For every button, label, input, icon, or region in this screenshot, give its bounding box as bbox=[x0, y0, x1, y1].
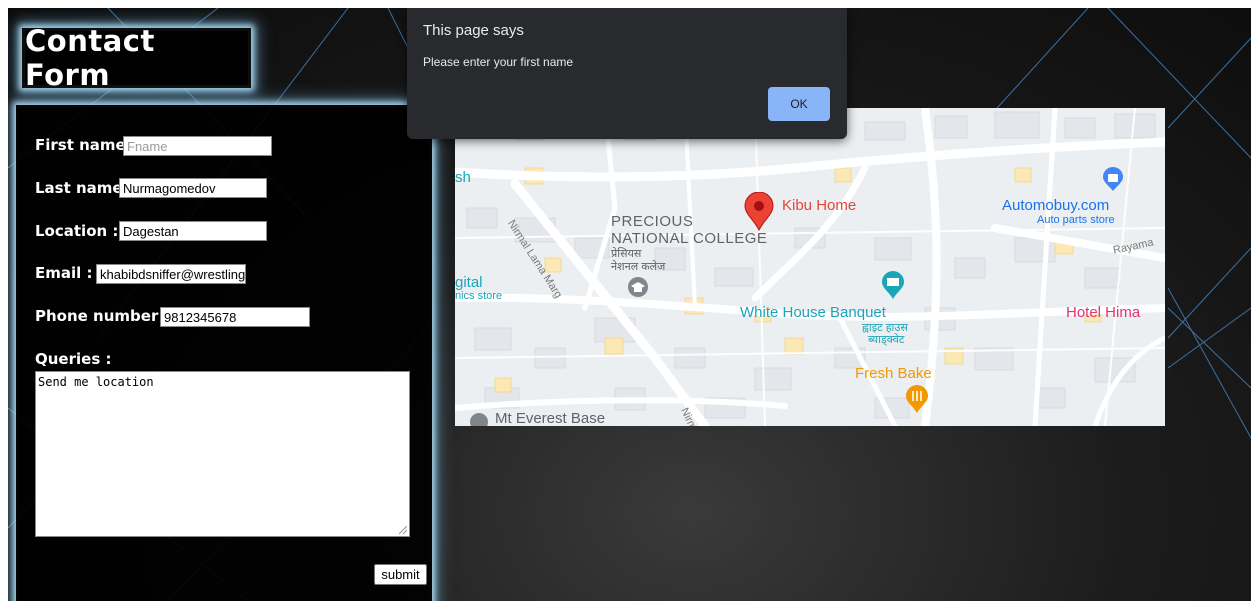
last-name-label: Last name: bbox=[35, 179, 129, 197]
map-label-kibu-home: Kibu Home bbox=[782, 197, 857, 214]
queries-label: Queries : bbox=[35, 350, 112, 368]
map-label-hotel-hima: Hotel Hima bbox=[1066, 304, 1141, 321]
submit-button[interactable]: submit bbox=[374, 564, 427, 585]
map-label-automobuy: Automobuy.com bbox=[1002, 197, 1110, 214]
location-pin-icon[interactable] bbox=[742, 192, 776, 232]
phone-input[interactable]: 9812345678 bbox=[160, 307, 310, 327]
map-label-sh: sh bbox=[455, 169, 471, 186]
title-box: Contact Form bbox=[22, 24, 251, 92]
place-marker-icon[interactable] bbox=[469, 412, 489, 426]
queries-text: Send me location bbox=[38, 375, 154, 389]
contact-form-panel: First name: Fname Last name: Nurmagomedo… bbox=[16, 105, 432, 601]
map-label-fresh-bake: Fresh Bake bbox=[855, 365, 932, 382]
map-label-national-college-np: नेशनल कलेज bbox=[611, 261, 666, 273]
map-label-national-college: NATIONAL COLLEGE bbox=[611, 230, 768, 247]
location-label: Location : bbox=[35, 222, 119, 240]
map-label-white-house-banquet: White House Banquet bbox=[740, 304, 886, 321]
restaurant-icon[interactable] bbox=[904, 384, 930, 414]
email-input[interactable]: khabibdsniffer@wrestling bbox=[96, 264, 246, 284]
resize-grip-icon[interactable] bbox=[399, 526, 407, 534]
first-name-label: First name: bbox=[35, 136, 132, 154]
alert-ok-button[interactable]: OK bbox=[768, 87, 830, 121]
map-label-gital: gital bbox=[455, 274, 483, 291]
embedded-map[interactable]: sh Nirmal Lama Marg Nirm PRECIOUS NATION… bbox=[455, 108, 1165, 426]
first-name-input[interactable]: Fname bbox=[123, 136, 272, 156]
map-label-precious: PRECIOUS bbox=[611, 213, 694, 230]
location-input[interactable]: Dagestan bbox=[119, 221, 267, 241]
phone-label: Phone number : bbox=[35, 307, 170, 325]
map-label-nics-store: nics store bbox=[455, 290, 503, 302]
last-name-input[interactable]: Nurmagomedov bbox=[119, 178, 267, 198]
shopping-bag-icon[interactable] bbox=[1100, 166, 1126, 192]
alert-title: This page says bbox=[423, 22, 524, 39]
queries-textarea[interactable]: Send me location bbox=[35, 371, 410, 537]
map-label-auto-parts-store: Auto parts store bbox=[1037, 214, 1115, 226]
alert-message: Please enter your first name bbox=[423, 55, 574, 69]
email-label: Email : bbox=[35, 264, 93, 282]
alert-dialog: This page says Please enter your first n… bbox=[407, 8, 847, 139]
page-title: Contact Form bbox=[25, 24, 155, 92]
banquet-icon[interactable] bbox=[880, 270, 906, 300]
map-label-mt-everest-base: Mt Everest Base bbox=[495, 410, 606, 426]
map-base bbox=[455, 108, 1165, 426]
page-background: Contact Form First name: Fname Last name… bbox=[8, 8, 1251, 601]
map-label-banquet-np: ब्याड्क्वेट bbox=[868, 334, 905, 346]
school-icon[interactable] bbox=[627, 276, 649, 298]
